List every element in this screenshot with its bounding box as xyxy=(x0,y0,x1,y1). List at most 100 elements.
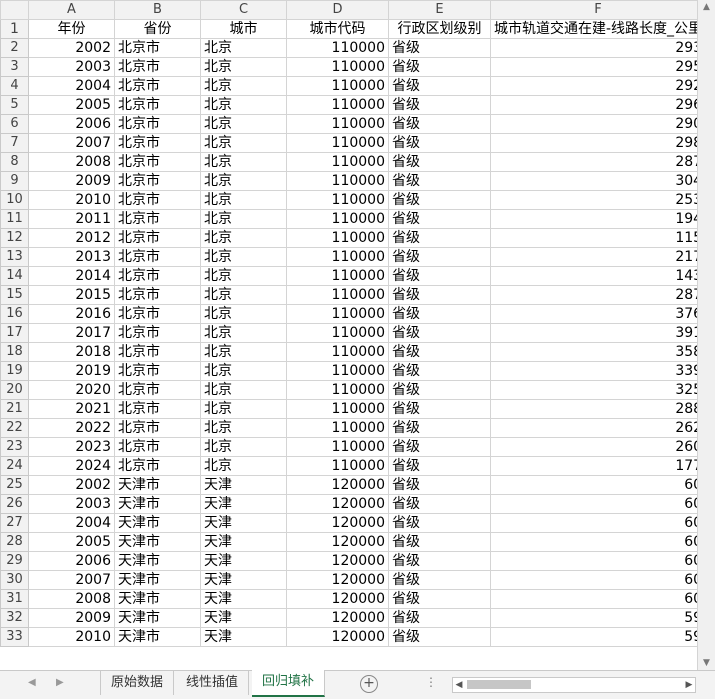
cell-year[interactable]: 2019 xyxy=(28,361,115,381)
cell-city[interactable]: 北京 xyxy=(200,437,287,457)
row-number[interactable]: 16 xyxy=(0,304,29,324)
cell-city[interactable]: 北京 xyxy=(200,57,287,77)
prev-sheet-icon[interactable]: ◀ xyxy=(28,677,36,688)
cell-line-length[interactable]: 290 xyxy=(489,114,707,134)
cell-province[interactable]: 北京市 xyxy=(114,399,201,419)
cell-city-code[interactable]: 110000 xyxy=(286,380,389,400)
cell-year[interactable]: 2009 xyxy=(28,171,115,191)
cell-line-length[interactable]: 260 xyxy=(489,437,707,457)
cell-admin-level[interactable]: 省级 xyxy=(388,114,491,134)
cell-city[interactable]: 北京 xyxy=(200,285,287,305)
cell-city[interactable]: 天津 xyxy=(200,494,287,514)
header-cell-line-length[interactable]: 城市轨道交通在建-线路长度_公里 xyxy=(489,19,707,39)
scroll-left-icon[interactable]: ◀ xyxy=(453,678,465,692)
row-number[interactable]: 30 xyxy=(0,570,29,590)
more-options-icon[interactable]: ⋮ xyxy=(425,675,437,689)
cell-city-code[interactable]: 110000 xyxy=(286,209,389,229)
cell-province[interactable]: 天津市 xyxy=(114,513,201,533)
row-number[interactable]: 12 xyxy=(0,228,29,248)
cell-admin-level[interactable]: 省级 xyxy=(388,399,491,419)
cell-admin-level[interactable]: 省级 xyxy=(388,266,491,286)
cell-province[interactable]: 北京市 xyxy=(114,456,201,476)
cell-province[interactable]: 北京市 xyxy=(114,418,201,438)
cell-line-length[interactable]: 339 xyxy=(489,361,707,381)
cell-line-length[interactable]: 60 xyxy=(489,551,707,571)
cell-city[interactable]: 北京 xyxy=(200,399,287,419)
cell-city[interactable]: 天津 xyxy=(200,627,287,647)
cell-city-code[interactable]: 110000 xyxy=(286,76,389,96)
cell-city[interactable]: 北京 xyxy=(200,95,287,115)
cell-line-length[interactable]: 287 xyxy=(489,152,707,172)
cell-city-code[interactable]: 110000 xyxy=(286,266,389,286)
cell-city[interactable]: 北京 xyxy=(200,418,287,438)
cell-line-length[interactable]: 358 xyxy=(489,342,707,362)
cell-year[interactable]: 2003 xyxy=(28,494,115,514)
cell-city-code[interactable]: 120000 xyxy=(286,608,389,628)
cell-province[interactable]: 北京市 xyxy=(114,437,201,457)
cell-year[interactable]: 2015 xyxy=(28,285,115,305)
cell-year[interactable]: 2002 xyxy=(28,38,115,58)
cell-city-code[interactable]: 110000 xyxy=(286,57,389,77)
cell-admin-level[interactable]: 省级 xyxy=(388,57,491,77)
horizontal-scrollbar[interactable]: ◀ ▶ xyxy=(452,677,696,693)
cell-province[interactable]: 天津市 xyxy=(114,589,201,609)
cell-province[interactable]: 天津市 xyxy=(114,608,201,628)
cell-city[interactable]: 北京 xyxy=(200,171,287,191)
scroll-right-icon[interactable]: ▶ xyxy=(683,678,695,692)
scrollbar-thumb[interactable] xyxy=(467,680,531,689)
cell-city[interactable]: 北京 xyxy=(200,190,287,210)
cell-year[interactable]: 2002 xyxy=(28,475,115,495)
cell-year[interactable]: 2006 xyxy=(28,551,115,571)
cell-city-code[interactable]: 110000 xyxy=(286,285,389,305)
cell-line-length[interactable]: 194 xyxy=(489,209,707,229)
cell-city-code[interactable]: 110000 xyxy=(286,342,389,362)
vertical-scrollbar[interactable]: ▲ ▼ xyxy=(697,0,715,670)
header-cell-city[interactable]: 城市 xyxy=(200,19,287,39)
cell-year[interactable]: 2016 xyxy=(28,304,115,324)
cell-line-length[interactable]: 288 xyxy=(489,399,707,419)
cell-admin-level[interactable]: 省级 xyxy=(388,513,491,533)
cell-city[interactable]: 天津 xyxy=(200,589,287,609)
column-header-e[interactable]: E xyxy=(388,0,491,20)
cell-city-code[interactable]: 120000 xyxy=(286,589,389,609)
row-number[interactable]: 6 xyxy=(0,114,29,134)
row-number[interactable]: 7 xyxy=(0,133,29,153)
column-header-f[interactable]: F xyxy=(489,0,707,20)
cell-city[interactable]: 北京 xyxy=(200,114,287,134)
cell-city[interactable]: 天津 xyxy=(200,532,287,552)
cell-year[interactable]: 2007 xyxy=(28,570,115,590)
cell-admin-level[interactable]: 省级 xyxy=(388,285,491,305)
cell-province[interactable]: 天津市 xyxy=(114,494,201,514)
scroll-up-icon[interactable]: ▲ xyxy=(698,0,715,14)
row-number[interactable]: 8 xyxy=(0,152,29,172)
row-number[interactable]: 28 xyxy=(0,532,29,552)
select-all-corner[interactable] xyxy=(0,0,29,20)
cell-year[interactable]: 2024 xyxy=(28,456,115,476)
cell-city[interactable]: 北京 xyxy=(200,38,287,58)
cell-admin-level[interactable]: 省级 xyxy=(388,475,491,495)
cell-city[interactable]: 北京 xyxy=(200,304,287,324)
cell-year[interactable]: 2009 xyxy=(28,608,115,628)
cell-city-code[interactable]: 110000 xyxy=(286,361,389,381)
cell-admin-level[interactable]: 省级 xyxy=(388,171,491,191)
cell-city-code[interactable]: 110000 xyxy=(286,323,389,343)
cell-line-length[interactable]: 60 xyxy=(489,494,707,514)
cell-line-length[interactable]: 298 xyxy=(489,133,707,153)
cell-province[interactable]: 北京市 xyxy=(114,342,201,362)
cell-city[interactable]: 北京 xyxy=(200,342,287,362)
header-cell-province[interactable]: 省份 xyxy=(114,19,201,39)
cell-line-length[interactable]: 59 xyxy=(489,608,707,628)
cell-province[interactable]: 北京市 xyxy=(114,57,201,77)
cell-line-length[interactable]: 217 xyxy=(489,247,707,267)
cell-line-length[interactable]: 60 xyxy=(489,570,707,590)
row-number[interactable]: 2 xyxy=(0,38,29,58)
cell-line-length[interactable]: 293 xyxy=(489,38,707,58)
cell-line-length[interactable]: 296 xyxy=(489,95,707,115)
tab-linear-interpolation[interactable]: 线性插值 xyxy=(176,671,250,695)
cell-city[interactable]: 北京 xyxy=(200,247,287,267)
cell-line-length[interactable]: 60 xyxy=(489,589,707,609)
row-number[interactable]: 10 xyxy=(0,190,29,210)
row-number[interactable]: 4 xyxy=(0,76,29,96)
cell-city[interactable]: 北京 xyxy=(200,76,287,96)
cell-year[interactable]: 2017 xyxy=(28,323,115,343)
